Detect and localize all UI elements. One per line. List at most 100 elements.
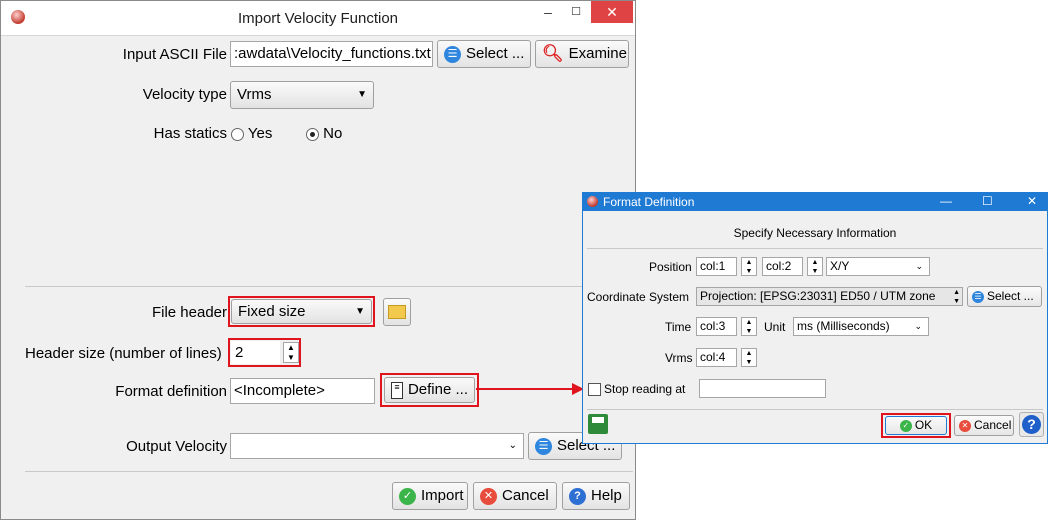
statics-yes-radio[interactable] — [231, 127, 244, 141]
close-button[interactable]: ✕ — [591, 1, 633, 23]
format-definition-dialog: Format Definition — ☐ ✕ Specify Necessar… — [582, 192, 1048, 444]
save-icon[interactable] — [588, 414, 608, 434]
fd-title: Format Definition — [603, 195, 695, 209]
help-label: Help — [591, 487, 622, 504]
vrms-label: Vrms — [665, 351, 693, 365]
select-file-label: Select ... — [466, 45, 525, 62]
header-size-field[interactable]: 2 — [231, 341, 280, 364]
define-button[interactable]: ≡ Define ... — [384, 377, 475, 403]
position-type-value: X/Y — [830, 259, 850, 273]
velocity-type-select[interactable]: Vrms ▼ — [230, 81, 374, 109]
input-ascii-field[interactable]: :awdata\Velocity_functions.txt — [230, 41, 433, 67]
save-icon-label-area — [592, 417, 604, 423]
document-icon: ≡ — [391, 381, 403, 399]
check-icon: ✓ — [399, 487, 416, 505]
maximize-button[interactable]: ☐ — [561, 1, 591, 23]
chevron-down-icon: ▼ — [357, 89, 367, 100]
import-velocity-dialog: Import Velocity Function – ☐ ✕ Input ASC… — [0, 0, 636, 520]
fd-cancel-label: Cancel — [974, 418, 1012, 432]
ok-highlight: ✓ OK — [881, 413, 951, 438]
header-wizard-button[interactable] — [383, 298, 411, 326]
header-size-highlight: 2 ▲ ▼ — [228, 338, 301, 367]
folder-arrow-icon — [388, 305, 406, 319]
question-icon: ? — [569, 487, 586, 505]
stop-reading-label: Stop reading at — [604, 382, 686, 396]
unit-value: ms (Milliseconds) — [797, 319, 890, 333]
title-bar[interactable]: Import Velocity Function – ☐ ✕ — [1, 1, 635, 36]
examine-label: Examine — [568, 45, 627, 62]
time-col-field[interactable]: col:3 — [696, 317, 737, 336]
yes-label: Yes — [247, 125, 273, 142]
input-ascii-label: Input ASCII File — [122, 46, 227, 63]
define-label: Define ... — [407, 381, 468, 398]
unit-label: Unit — [764, 320, 786, 334]
chevron-down-icon: ⌄ — [915, 261, 923, 271]
separator — [587, 409, 1043, 410]
connector-arrow — [476, 383, 584, 395]
fd-help-button[interactable]: ? — [1019, 412, 1044, 437]
fd-cancel-button[interactable]: ✕ Cancel — [954, 415, 1014, 436]
x-icon: ✕ — [959, 419, 971, 432]
magnifier-icon: 🔍︎ — [542, 44, 564, 63]
position-col1-spinner[interactable]: ▲ ▼ — [741, 257, 757, 276]
select-file-button[interactable]: ☰ Select ... — [437, 40, 531, 68]
position-col1-field[interactable]: col:1 — [696, 257, 737, 276]
list-icon: ☰ — [444, 45, 461, 63]
coord-system-select[interactable]: Projection: [EPSG:23031] ED50 / UTM zone… — [696, 287, 963, 306]
chevron-down-icon: ⌄ — [508, 440, 517, 451]
separator — [587, 248, 1043, 249]
vrms-col-field[interactable]: col:4 — [696, 348, 737, 367]
check-icon: ✓ — [899, 419, 912, 432]
minimize-button[interactable]: – — [533, 1, 563, 23]
has-statics-label: Has statics — [153, 125, 227, 142]
velocity-type-label: Velocity type — [142, 86, 227, 103]
cancel-label: Cancel — [502, 487, 549, 504]
chevron-down-icon: ⌄ — [914, 321, 922, 331]
header-size-spinner[interactable]: ▲ ▼ — [283, 342, 299, 363]
position-label: Position — [649, 260, 692, 274]
no-label: No — [323, 125, 343, 142]
position-type-select[interactable]: X/Y ⌄ — [826, 257, 930, 276]
stop-reading-field[interactable] — [699, 379, 826, 398]
file-header-label: File header — [151, 304, 227, 321]
chevron-down-icon: ▼ — [355, 306, 365, 317]
import-label: Import — [421, 487, 464, 504]
format-definition-label: Format definition — [115, 383, 227, 400]
list-icon: ☰ — [535, 437, 552, 455]
coord-system-value: Projection: [EPSG:23031] ED50 / UTM zone — [700, 289, 936, 303]
help-button[interactable]: ? Help — [562, 482, 630, 510]
ok-button[interactable]: ✓ OK — [885, 416, 947, 435]
statics-yes-option[interactable]: Yes — [231, 125, 272, 142]
unit-select[interactable]: ms (Milliseconds) ⌄ — [793, 317, 929, 336]
file-header-value: Fixed size — [238, 303, 306, 320]
import-button[interactable]: ✓ Import — [392, 482, 468, 510]
vrms-col-spinner[interactable]: ▲ ▼ — [741, 348, 757, 367]
position-col2-field[interactable]: col:2 — [762, 257, 803, 276]
position-col2-spinner[interactable]: ▲ ▼ — [807, 257, 823, 276]
output-velocity-select[interactable]: ⌄ — [230, 433, 524, 459]
fd-maximize-button[interactable]: ☐ — [982, 194, 993, 208]
examine-button[interactable]: 🔍︎ Examine — [535, 40, 629, 68]
coord-select-label: Select ... — [987, 289, 1034, 303]
coord-system-label: Coordinate System — [587, 290, 690, 304]
separator — [25, 286, 633, 287]
fd-heading: Specify Necessary Information — [733, 226, 897, 240]
cancel-button[interactable]: ✕ Cancel — [473, 482, 557, 510]
header-size-label: Header size (number of lines) — [25, 345, 222, 362]
format-definition-field[interactable]: <Incomplete> — [230, 378, 375, 404]
output-velocity-label: Output Velocity — [126, 438, 227, 455]
fd-close-button[interactable]: ✕ — [1027, 194, 1037, 208]
time-col-spinner[interactable]: ▲ ▼ — [741, 317, 757, 336]
app-icon — [587, 196, 598, 207]
file-header-select[interactable]: Fixed size ▼ — [231, 299, 372, 324]
coord-select-button[interactable]: ☰ Select ... — [967, 286, 1042, 307]
statics-no-option[interactable]: No — [306, 125, 342, 142]
velocity-type-value: Vrms — [237, 86, 272, 103]
file-header-highlight: Fixed size ▼ — [228, 296, 375, 327]
fd-minimize-button[interactable]: — — [940, 194, 952, 208]
statics-no-radio[interactable] — [306, 127, 319, 141]
question-icon: ? — [1022, 415, 1041, 434]
stop-reading-checkbox[interactable] — [588, 383, 601, 396]
ok-label: OK — [914, 418, 933, 432]
fd-title-bar[interactable]: Format Definition — ☐ ✕ — [583, 193, 1047, 211]
